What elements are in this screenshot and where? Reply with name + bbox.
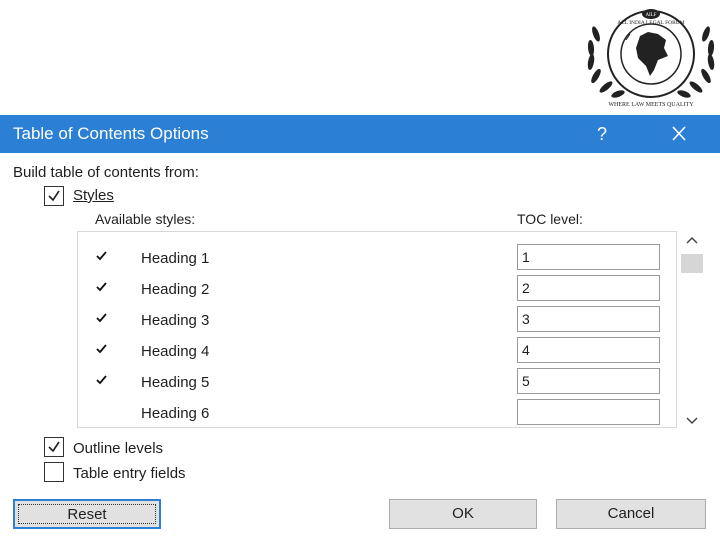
reset-button[interactable]: Reset (13, 499, 161, 529)
scroll-up-icon[interactable] (684, 234, 700, 246)
close-button[interactable] (662, 119, 696, 149)
style-name: Heading 6 (141, 405, 210, 422)
style-row[interactable]: Heading 5 5 (78, 368, 678, 399)
outline-levels-label[interactable]: Outline levels (73, 440, 163, 457)
style-row[interactable]: Heading 4 4 (78, 337, 678, 368)
svg-text:AILF: AILF (645, 13, 656, 18)
style-row[interactable]: Heading 2 2 (78, 275, 678, 306)
toc-level-input[interactable]: 5 (517, 368, 660, 394)
svg-text:WHERE LAW MEETS QUALITY: WHERE LAW MEETS QUALITY (608, 102, 694, 108)
checkmark-icon (48, 441, 60, 453)
checkmark-icon (48, 190, 60, 202)
dialog-titlebar[interactable]: Table of Contents Options ? (0, 115, 720, 153)
toc-options-dialog: Table of Contents Options ? Build table … (0, 115, 720, 540)
outline-levels-checkbox[interactable] (44, 437, 64, 457)
dialog-title: Table of Contents Options (13, 124, 209, 143)
build-from-label: Build table of contents from: (13, 164, 199, 181)
toc-level-header: TOC level: (517, 211, 583, 227)
style-name: Heading 3 (141, 312, 210, 329)
table-entry-fields-checkbox[interactable] (44, 462, 64, 482)
svg-text:ALL INDIA LEGAL FORUM: ALL INDIA LEGAL FORUM (617, 20, 684, 26)
checkmark-icon (96, 313, 107, 323)
toc-level-input[interactable]: 4 (517, 337, 660, 363)
cancel-button[interactable]: Cancel (556, 499, 706, 529)
style-name: Heading 2 (141, 281, 210, 298)
style-row[interactable]: Heading 3 3 (78, 306, 678, 337)
checkmark-icon (96, 251, 107, 261)
toc-level-input[interactable]: 3 (517, 306, 660, 332)
focus-ring (18, 504, 156, 524)
style-row[interactable]: Heading 6 (78, 399, 678, 430)
styles-checkbox[interactable] (44, 186, 64, 206)
style-name: Heading 4 (141, 343, 210, 360)
toc-level-input[interactable]: 2 (517, 275, 660, 301)
available-styles-header: Available styles: (95, 211, 196, 227)
legal-forum-logo: AILF ALL INDIA LEGAL FORUM WHERE LAW MEE… (587, 9, 715, 108)
scroll-down-icon[interactable] (684, 415, 700, 427)
close-icon (672, 126, 686, 141)
available-styles-list[interactable]: Heading 1 1 Heading 2 2 Heading 3 3 Head… (77, 231, 677, 428)
checkmark-icon (96, 282, 107, 292)
ok-button[interactable]: OK (389, 499, 537, 529)
toc-level-input[interactable] (517, 399, 660, 425)
checkmark-icon (96, 375, 107, 385)
scrollbar-thumb[interactable] (681, 254, 703, 273)
checkmark-icon (96, 344, 107, 354)
style-row[interactable]: Heading 1 1 (78, 244, 678, 275)
table-entry-fields-label[interactable]: Table entry fields (73, 465, 186, 482)
help-button[interactable]: ? (586, 119, 618, 149)
toc-level-input[interactable]: 1 (517, 244, 660, 270)
style-name: Heading 5 (141, 374, 210, 391)
styles-checkbox-label[interactable]: Styles (73, 187, 114, 204)
page: AILF ALL INDIA LEGAL FORUM WHERE LAW MEE… (0, 0, 720, 540)
style-name: Heading 1 (141, 250, 210, 267)
